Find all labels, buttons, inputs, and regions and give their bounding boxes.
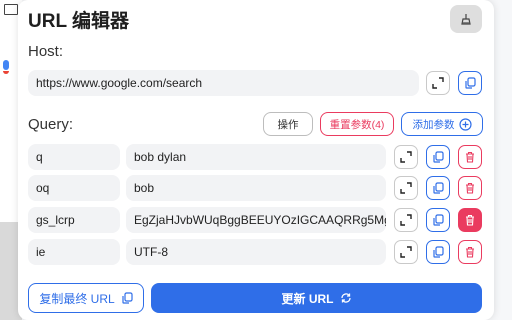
param-delete-button[interactable] (458, 145, 482, 169)
folder-icon (4, 4, 18, 15)
param-key-input[interactable]: gs_lcrp (28, 207, 120, 233)
param-expand-button[interactable] (394, 240, 418, 264)
expand-icon (400, 246, 412, 258)
add-param-label: 添加参数 (412, 118, 455, 131)
reset-params-label: 重置参数(4) (329, 118, 385, 131)
param-copy-button[interactable] (426, 240, 450, 264)
param-expand-button[interactable] (394, 208, 418, 232)
add-param-button[interactable]: 添加参数 (401, 112, 483, 136)
copy-icon (433, 151, 444, 163)
param-copy-button[interactable] (426, 176, 450, 200)
host-input[interactable]: https://www.google.com/search (28, 70, 419, 96)
param-expand-button[interactable] (394, 145, 418, 169)
host-copy-button[interactable] (458, 71, 482, 95)
plus-circle-icon (458, 117, 472, 131)
param-value-input[interactable]: UTF-8 (126, 239, 386, 265)
copy-icon (433, 246, 444, 258)
operate-button[interactable]: 操作 (263, 112, 313, 136)
copy-icon (465, 77, 476, 89)
expand-icon (400, 151, 412, 163)
copy-icon (122, 292, 133, 304)
trash-icon (466, 151, 474, 163)
param-delete-button[interactable] (458, 176, 482, 200)
query-label: Query: (28, 116, 74, 133)
refresh-icon (340, 293, 351, 303)
expand-icon (400, 214, 412, 226)
param-delete-button[interactable] (458, 240, 482, 264)
copy-final-url-label: 复制最终 URL (39, 291, 115, 306)
param-key-input[interactable]: oq (28, 175, 120, 201)
param-key-input[interactable]: q (28, 144, 120, 170)
copy-icon (433, 214, 444, 226)
param-key-input[interactable]: ie (28, 239, 120, 265)
expand-icon (432, 77, 444, 89)
param-value-input[interactable]: bob (126, 175, 386, 201)
reset-params-button[interactable]: 重置参数(4) (320, 112, 394, 136)
param-value-input[interactable]: bob dylan (126, 144, 386, 170)
trash-icon (466, 246, 474, 258)
param-value-input[interactable]: EgZjaHJvbWUqBggBEEUYOzIGCAAQRRg5MgYI (126, 207, 386, 233)
operate-label: 操作 (277, 118, 299, 131)
param-delete-button[interactable] (458, 208, 482, 232)
broom-icon (461, 14, 471, 25)
param-expand-button[interactable] (394, 176, 418, 200)
host-expand-button[interactable] (426, 71, 450, 95)
update-url-label: 更新 URL (281, 291, 334, 306)
update-url-button[interactable]: 更新 URL (151, 283, 482, 313)
app-title: URL 编辑器 (28, 11, 129, 32)
clear-button[interactable] (450, 5, 482, 33)
expand-icon (400, 182, 412, 194)
url-editor-panel: URL 编辑器 Host: https://www.google.com/sea… (18, 0, 494, 320)
copy-final-url-button[interactable]: 复制最终 URL (28, 283, 144, 313)
copy-icon (433, 182, 444, 194)
mic-icon (3, 60, 9, 70)
trash-icon (466, 182, 474, 194)
param-copy-button[interactable] (426, 145, 450, 169)
param-copy-button[interactable] (426, 208, 450, 232)
trash-icon (466, 214, 474, 226)
host-label: Host: (28, 43, 64, 60)
